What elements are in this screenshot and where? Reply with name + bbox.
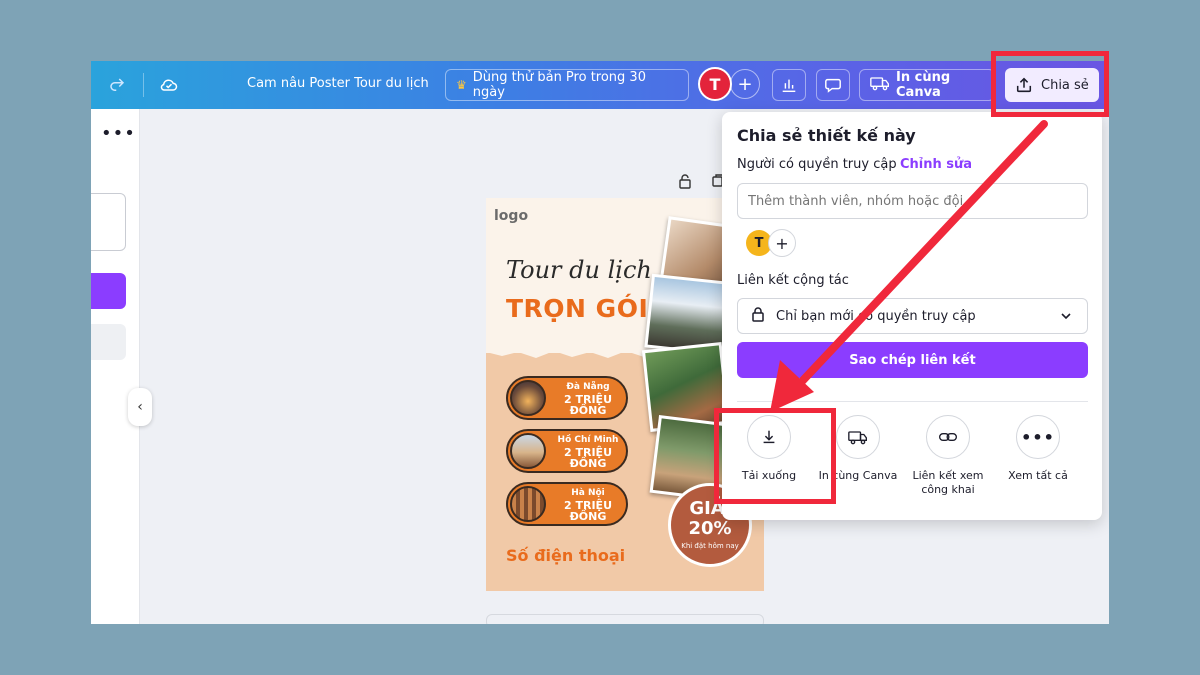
annotation-arrow	[770, 120, 1048, 412]
